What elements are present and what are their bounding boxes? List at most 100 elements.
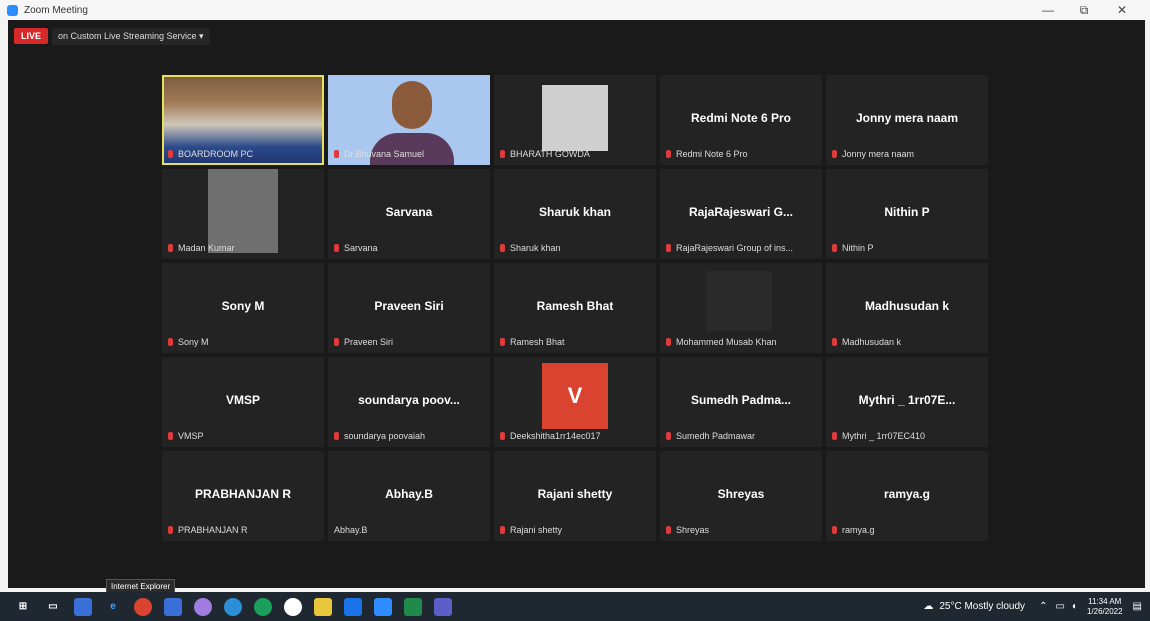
- meeting-area: LIVE on Custom Live Streaming Service ▾ …: [8, 20, 1145, 588]
- mic-muted-icon: [832, 244, 837, 252]
- participant-display-name: Abhay.B: [385, 487, 433, 501]
- participant-tile[interactable]: BOARDROOM PC: [162, 75, 324, 165]
- participant-display-name: soundarya poov...: [358, 393, 460, 407]
- globe-icon[interactable]: [254, 597, 272, 616]
- participant-display-name: Sarvana: [385, 205, 433, 219]
- clock-date: 1/26/2022: [1086, 606, 1123, 616]
- participant-name: Nithin P: [842, 243, 874, 253]
- participant-tile[interactable]: PRABHANJAN R PRABHANJAN R: [162, 451, 324, 541]
- participant-tile[interactable]: soundarya poov... soundarya poovaiah: [328, 357, 490, 447]
- participant-tile[interactable]: Sharuk khan Sharuk khan: [494, 169, 656, 259]
- participant-name: Redmi Note 6 Pro: [676, 149, 748, 159]
- participant-tile[interactable]: Mohammed Musab Khan: [660, 263, 822, 353]
- mic-muted-icon: [334, 150, 339, 158]
- participant-tile[interactable]: Praveen Siri Praveen Siri: [328, 263, 490, 353]
- participant-name: Sarvana: [344, 243, 378, 253]
- mic-muted-icon: [500, 338, 505, 346]
- chevron-up-icon[interactable]: ⌃: [1039, 601, 1047, 612]
- participant-tile[interactable]: Dr.Bhuvana Samuel: [328, 75, 490, 165]
- weather-icon[interactable]: ☁: [923, 601, 933, 612]
- avatar-initial: V: [542, 363, 608, 429]
- circle-app-icon[interactable]: [284, 597, 302, 616]
- participant-tile[interactable]: Rajani shetty Rajani shetty: [494, 451, 656, 541]
- notification-icon[interactable]: ▤: [1133, 601, 1142, 612]
- participant-name: Sumedh Padmawar: [676, 431, 756, 441]
- participant-tile[interactable]: VMSP VMSP: [162, 357, 324, 447]
- internet-explorer-icon[interactable]: e: [104, 598, 122, 616]
- participant-name: Deekshitha1rr14ec017: [510, 431, 601, 441]
- box-icon[interactable]: [344, 597, 362, 616]
- profile-picture: [706, 271, 772, 331]
- participant-name: VMSP: [178, 431, 204, 441]
- excel-icon[interactable]: [404, 597, 422, 616]
- participant-display-name: RajaRajeswari G...: [688, 205, 794, 219]
- participant-tile[interactable]: RajaRajeswari G... RajaRajeswari Group o…: [660, 169, 822, 259]
- participant-display-name: Shreyas: [717, 487, 765, 501]
- mic-muted-icon: [334, 432, 339, 440]
- edge-icon[interactable]: [224, 597, 242, 616]
- participant-tile[interactable]: Ramesh Bhat Ramesh Bhat: [494, 263, 656, 353]
- participant-display-name: ramya.g: [883, 487, 931, 501]
- participant-tile[interactable]: Sony M Sony M: [162, 263, 324, 353]
- participant-name: soundarya poovaiah: [344, 431, 426, 441]
- windows-start-icon[interactable]: ⊞: [14, 598, 32, 616]
- mic-muted-icon: [500, 432, 505, 440]
- system-tray: ☁ 25°C Mostly cloudy ⌃ ▭ ◖ 11:34 AM 1/26…: [923, 592, 1142, 621]
- participant-name: Praveen Siri: [344, 337, 394, 347]
- participant-display-name: Madhusudan k: [864, 299, 949, 313]
- participant-display-name: Jonny mera naam: [855, 111, 959, 125]
- close-button[interactable]: ✕: [1104, 0, 1140, 20]
- volume-icon[interactable]: ◖: [1071, 601, 1077, 612]
- participant-name: BOARDROOM PC: [178, 149, 254, 159]
- teams-icon[interactable]: [434, 597, 452, 616]
- outlook-icon[interactable]: [164, 597, 182, 616]
- live-badge[interactable]: LIVE: [14, 28, 49, 44]
- participant-tile[interactable]: Jonny mera naam Jonny mera naam: [826, 75, 988, 165]
- participant-name: Madan Kumar: [178, 243, 235, 253]
- mic-muted-icon: [666, 432, 671, 440]
- participant-name: Abhay.B: [334, 525, 368, 535]
- mic-muted-icon: [666, 338, 671, 346]
- participant-tile[interactable]: Madhusudan k Madhusudan k: [826, 263, 988, 353]
- participant-tile[interactable]: ramya.g ramya.g: [826, 451, 988, 541]
- participant-tile[interactable]: Sarvana Sarvana: [328, 169, 490, 259]
- task-view-icon[interactable]: ▭: [44, 598, 62, 616]
- participant-display-name: PRABHANJAN R: [194, 487, 291, 501]
- participant-tile[interactable]: Abhay.B Abhay.B: [328, 451, 490, 541]
- zoom-taskbar-icon[interactable]: [374, 597, 392, 616]
- clock[interactable]: 11:34 AM 1/26/2022: [1087, 597, 1123, 617]
- mic-muted-icon: [334, 244, 339, 252]
- participant-name: Rajani shetty: [510, 525, 563, 535]
- mic-muted-icon: [168, 244, 173, 252]
- participant-tile[interactable]: Redmi Note 6 Pro Redmi Note 6 Pro: [660, 75, 822, 165]
- participant-name: Sony M: [178, 337, 209, 347]
- participant-display-name: Rajani shetty: [537, 487, 613, 501]
- participant-tile[interactable]: Sumedh Padma... Sumedh Padmawar: [660, 357, 822, 447]
- participant-tile[interactable]: BHARATH GOWDA: [494, 75, 656, 165]
- mic-muted-icon: [666, 526, 671, 534]
- participant-tile[interactable]: Nithin P Nithin P: [826, 169, 988, 259]
- participant-display-name: Sumedh Padma...: [690, 393, 792, 407]
- participant-name: Dr.Bhuvana Samuel: [344, 149, 425, 159]
- network-icon[interactable]: ▭: [1055, 601, 1064, 612]
- chrome-icon[interactable]: [134, 597, 152, 616]
- restore-button[interactable]: ⧉: [1066, 0, 1102, 20]
- participant-tile[interactable]: Mythri _ 1rr07E... Mythri _ 1rr07EC410: [826, 357, 988, 447]
- mic-muted-icon: [334, 338, 339, 346]
- mic-muted-icon: [832, 150, 837, 158]
- app-icon[interactable]: [194, 597, 212, 616]
- mic-muted-icon: [168, 150, 173, 158]
- file-explorer-icon[interactable]: [74, 597, 92, 616]
- minimize-button[interactable]: —: [1030, 0, 1066, 20]
- participant-tile[interactable]: Madan Kumar: [162, 169, 324, 259]
- live-service-dropdown[interactable]: on Custom Live Streaming Service ▾: [52, 28, 210, 45]
- participant-tile[interactable]: Shreyas Shreyas: [660, 451, 822, 541]
- mic-muted-icon: [832, 526, 837, 534]
- sticky-notes-icon[interactable]: [314, 597, 332, 616]
- participant-tile[interactable]: V Deekshitha1rr14ec017: [494, 357, 656, 447]
- weather-text[interactable]: 25°C Mostly cloudy: [939, 601, 1025, 612]
- window-title: Zoom Meeting: [24, 4, 88, 16]
- participant-display-name: VMSP: [225, 393, 260, 407]
- participant-display-name: Praveen Siri: [374, 299, 444, 313]
- mic-muted-icon: [666, 244, 671, 252]
